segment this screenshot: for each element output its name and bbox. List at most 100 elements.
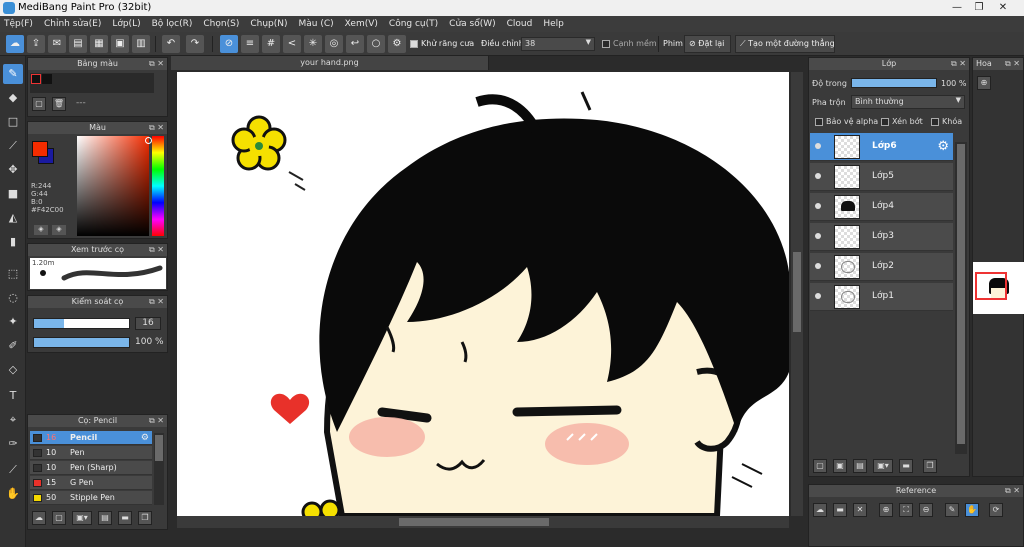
hue-slider[interactable] [152, 136, 164, 236]
close-icon[interactable]: ✕ [853, 503, 867, 517]
palette-swatch[interactable] [31, 74, 41, 84]
minimize-button[interactable]: — [946, 1, 968, 15]
color-option-icon[interactable]: ◈ [34, 225, 48, 235]
reset-button[interactable]: ⊘ Đặt lại [684, 35, 731, 53]
page-icon[interactable]: ▦ [90, 35, 108, 53]
menu-window[interactable]: Cửa sổ(W) [449, 19, 495, 29]
cloud-reference-icon[interactable]: ☁ [813, 503, 827, 517]
picker-cursor[interactable] [145, 137, 152, 144]
canvas-vertical-scrollbar[interactable] [791, 72, 803, 516]
brush-tool-icon[interactable]: ✎ [3, 64, 23, 84]
menu-view[interactable]: Xem(V) [345, 19, 378, 29]
upload-icon[interactable]: ⇪ [27, 35, 45, 53]
lasso-tool-icon[interactable]: ◌ [3, 288, 23, 308]
panel-menu-icon[interactable]: ⧉ ✕ [149, 415, 164, 427]
parallel-snap-icon[interactable]: ≡ [241, 35, 259, 53]
layer-opacity-slider[interactable] [851, 78, 937, 88]
text-tool-icon[interactable]: T [3, 386, 23, 406]
layer-folder-icon[interactable]: ▬ [899, 459, 913, 473]
fit-icon[interactable]: ⛶ [899, 503, 913, 517]
menu-cloud[interactable]: Cloud [507, 19, 533, 29]
menu-filter[interactable]: Bộ lọc(R) [152, 19, 193, 29]
menu-snap[interactable]: Chụp(N) [250, 19, 287, 29]
snap-off-icon[interactable]: ⊘ [220, 35, 238, 53]
lock-checkbox[interactable] [931, 117, 939, 126]
cloud-brush-icon[interactable]: ☁ [32, 511, 46, 525]
fill-rect-tool-icon[interactable]: ■ [3, 184, 23, 204]
document-tab[interactable]: your hand.png [171, 56, 489, 70]
layer-row[interactable]: Lớp1 [810, 283, 953, 311]
add-layer-menu-icon[interactable]: ▣▾ [873, 459, 893, 473]
antialias-checkbox[interactable] [410, 39, 418, 48]
duplicate-icon[interactable]: ❐ [138, 511, 152, 525]
saturation-value-picker[interactable] [77, 136, 152, 236]
move-tool-icon[interactable]: ✥ [3, 160, 23, 180]
primary-color-swatch[interactable] [32, 141, 48, 157]
gear-icon[interactable]: ⚙ [937, 139, 949, 154]
straight-line-button[interactable]: ⟋ Tạo một đường thẳng [735, 35, 835, 53]
hand-icon[interactable]: ✋ [965, 503, 979, 517]
clipping-checkbox[interactable] [881, 117, 889, 126]
chat-icon[interactable]: ✉ [48, 35, 66, 53]
cloud-icon[interactable]: ☁ [6, 35, 24, 53]
menu-edit[interactable]: Chỉnh sửa(E) [44, 19, 101, 29]
concentric-snap-icon[interactable]: ◎ [325, 35, 343, 53]
settings-snap-icon[interactable]: ⚙ [388, 35, 406, 53]
eye-icon[interactable] [815, 173, 821, 179]
duplicate-layer-icon[interactable]: ❐ [923, 459, 937, 473]
eye-icon[interactable] [815, 263, 821, 269]
protect-alpha-toggle[interactable]: Bảo vệ alpha [815, 117, 878, 126]
radial-snap-icon[interactable]: ✳ [304, 35, 322, 53]
layer-row[interactable]: Lớp5 [810, 163, 953, 191]
vanish-snap-icon[interactable]: < [283, 35, 301, 53]
panel-menu-icon[interactable]: ⧉ ✕ [149, 296, 164, 308]
eyedropper-tool-icon[interactable]: ⟋ [3, 460, 23, 480]
add-brush-icon[interactable]: ▣▾ [72, 511, 92, 525]
brush-list-scrollbar[interactable] [154, 433, 164, 505]
brush-item[interactable]: 50 Stipple Pen [30, 491, 152, 505]
redo-icon[interactable]: ↷ [186, 35, 204, 53]
operation-tool-icon[interactable]: ✑ [3, 434, 23, 454]
cross-snap-icon[interactable]: # [262, 35, 280, 53]
menu-color[interactable]: Màu (C) [299, 19, 334, 29]
brush-item[interactable]: 16 Pencil ⚙ [30, 431, 152, 445]
navigator-preview[interactable] [973, 262, 1024, 314]
gradient-tool-icon[interactable]: ▮ [3, 232, 23, 252]
eraser-tool-icon[interactable]: ◆ [3, 88, 23, 108]
palette-swatch-area[interactable] [30, 73, 154, 93]
new-brush-icon[interactable]: ▢ [52, 511, 66, 525]
new-8bit-layer-icon[interactable]: ▤ [853, 459, 867, 473]
brush-item[interactable]: 15 G Pen [30, 476, 152, 490]
gear-icon[interactable]: ⚙ [141, 431, 149, 445]
comic-icon[interactable]: ▣ [111, 35, 129, 53]
brush-item[interactable]: 10 Pen [30, 446, 152, 460]
protect-alpha-checkbox[interactable] [815, 117, 823, 126]
menu-layer[interactable]: Lớp(L) [112, 19, 140, 29]
new-layer-icon[interactable]: ▢ [813, 459, 827, 473]
brush-item[interactable]: 10 Pen (Sharp) [30, 461, 152, 475]
menu-help[interactable]: Help [543, 19, 564, 29]
eye-icon[interactable] [815, 143, 821, 149]
brush-settings-icon[interactable]: ▤ [98, 511, 112, 525]
undo-icon[interactable]: ↶ [162, 35, 180, 53]
panel-menu-icon[interactable]: ⧉ ✕ [1005, 58, 1020, 70]
select-pen-tool-icon[interactable]: ✐ [3, 336, 23, 356]
trash-icon[interactable]: 🗑 [52, 97, 66, 111]
palette-swatch[interactable] [42, 74, 52, 84]
canvas-hscroll-thumb[interactable] [399, 518, 549, 526]
layer-row[interactable]: Lớp4 [810, 193, 953, 221]
panel-menu-icon[interactable]: ⧉ ✕ [951, 58, 966, 70]
divide-tool-icon[interactable]: ⌖ [3, 410, 23, 430]
antialias-toggle[interactable]: Khử răng cưa [410, 39, 474, 48]
brush-size-value[interactable]: 16 [135, 317, 161, 330]
clipping-toggle[interactable]: Xén bớt [881, 117, 923, 126]
blend-mode-select[interactable]: Bình thường ▼ [851, 95, 965, 109]
lock-toggle[interactable]: Khóa [931, 117, 962, 126]
soft-edge-toggle[interactable]: Cạnh mềm [602, 39, 657, 48]
menu-tools[interactable]: Công cụ(T) [389, 19, 438, 29]
layer-row[interactable]: Lớp3 [810, 223, 953, 251]
document-icon[interactable]: ▤ [69, 35, 87, 53]
brush-size-slider[interactable] [33, 318, 130, 329]
open-folder-icon[interactable]: ▬ [833, 503, 847, 517]
eye-icon[interactable] [815, 293, 821, 299]
